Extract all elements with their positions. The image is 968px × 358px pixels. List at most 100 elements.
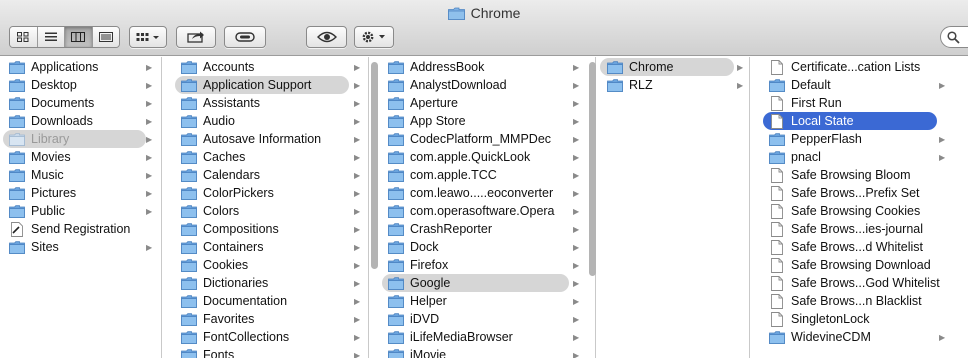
library-item[interactable]: Accounts ▶ xyxy=(175,58,360,76)
view-mode-control[interactable] xyxy=(9,26,120,48)
application-support-item[interactable]: com.apple.TCC ▶ xyxy=(382,166,579,184)
library-item[interactable]: ColorPickers ▶ xyxy=(175,184,360,202)
item-label: FontCollections xyxy=(203,330,290,344)
library-item[interactable]: Autosave Information ▶ xyxy=(175,130,360,148)
folder-icon xyxy=(388,258,404,272)
chrome-item[interactable]: PepperFlash ▶ xyxy=(763,130,945,148)
sidebar-item[interactable]: Send Registration xyxy=(3,220,146,238)
item-label: Audio xyxy=(203,114,235,128)
chrome-item[interactable]: Default ▶ xyxy=(763,76,945,94)
application-support-item[interactable]: Helper ▶ xyxy=(382,292,579,310)
library-item[interactable]: Calendars ▶ xyxy=(175,166,360,184)
tags-button[interactable] xyxy=(224,26,266,48)
application-support-item[interactable]: CrashReporter ▶ xyxy=(382,220,579,238)
sidebar-item[interactable]: Library ▶ xyxy=(3,130,152,148)
chrome-item[interactable]: Certificate...cation Lists xyxy=(763,58,937,76)
sidebar-item[interactable]: Music ▶ xyxy=(3,166,152,184)
google-item[interactable]: RLZ ▶ xyxy=(600,76,743,94)
scrollbar[interactable] xyxy=(589,62,596,276)
application-support-item[interactable]: com.operasoftware.Opera ▶ xyxy=(382,202,579,220)
application-support-item[interactable]: Google ▶ xyxy=(382,274,579,292)
application-support-item[interactable]: Firefox ▶ xyxy=(382,256,579,274)
sidebar-item[interactable]: Applications ▶ xyxy=(3,58,152,76)
sidebar-item[interactable]: Documents ▶ xyxy=(3,94,152,112)
google-item[interactable]: Chrome ▶ xyxy=(600,58,743,76)
sidebar-item[interactable]: Movies ▶ xyxy=(3,148,152,166)
chrome-item[interactable]: Safe Browsing Cookies xyxy=(763,202,937,220)
library-item[interactable]: Favorites ▶ xyxy=(175,310,360,328)
application-support-item[interactable]: AddressBook ▶ xyxy=(382,58,579,76)
library-item[interactable]: FontCollections ▶ xyxy=(175,328,360,346)
column-browser: Applications ▶ Desktop ▶ Documents ▶ Downlo… xyxy=(0,57,968,358)
library-item[interactable]: Documentation ▶ xyxy=(175,292,360,310)
chrome-item[interactable]: Safe Browsing Download xyxy=(763,256,937,274)
item-label: Helper xyxy=(410,294,447,308)
sidebar-item[interactable]: Desktop ▶ xyxy=(3,76,152,94)
chrome-item[interactable]: Safe Brows...Prefix Set xyxy=(763,184,937,202)
sidebar-column[interactable]: Applications ▶ Desktop ▶ Documents ▶ Downlo… xyxy=(0,57,162,358)
folder-icon xyxy=(181,348,197,358)
library-item[interactable]: Dictionaries ▶ xyxy=(175,274,360,292)
sidebar-item[interactable]: Public ▶ xyxy=(3,202,152,220)
library-item[interactable]: Application Support ▶ xyxy=(175,76,360,94)
chrome-item[interactable]: Safe Brows...d Whitelist xyxy=(763,238,937,256)
sidebar-item[interactable]: Pictures ▶ xyxy=(3,184,152,202)
application-support-item[interactable]: Dock ▶ xyxy=(382,238,579,256)
column-view-button[interactable] xyxy=(65,27,93,47)
quick-look-button[interactable] xyxy=(306,26,347,48)
share-button[interactable] xyxy=(176,26,216,48)
disclosure-arrow-icon: ▶ xyxy=(737,80,744,90)
application-support-column[interactable]: AddressBook ▶ AnalystDownload ▶ Aperture ▶ … xyxy=(370,57,596,358)
chrome-item[interactable]: First Run xyxy=(763,94,937,112)
library-column[interactable]: Accounts ▶ Application Support ▶ Assistant… xyxy=(163,57,369,358)
chrome-item[interactable]: Safe Brows...n Blacklist xyxy=(763,292,937,310)
scrollbar[interactable] xyxy=(371,62,378,269)
google-column[interactable]: Chrome ▶ RLZ ▶ xyxy=(597,57,750,358)
application-support-item[interactable]: iMovie ▶ xyxy=(382,346,579,358)
icon-view-button[interactable] xyxy=(10,27,38,47)
grid-icon xyxy=(17,32,29,42)
application-support-item[interactable]: Aperture ▶ xyxy=(382,94,579,112)
disclosure-arrow-icon: ▶ xyxy=(737,62,744,72)
chrome-item[interactable]: Safe Brows...God Whitelist xyxy=(763,274,940,292)
arrange-button[interactable] xyxy=(129,26,167,48)
chrome-column[interactable]: Certificate...cation Lists Default ▶ Firs… xyxy=(751,57,968,358)
action-menu-button[interactable] xyxy=(354,26,394,48)
cover-flow-icon xyxy=(98,32,113,42)
search-field[interactable] xyxy=(940,26,968,48)
cover-flow-button[interactable] xyxy=(92,27,119,47)
application-support-item[interactable]: com.leawo.....eoconverter ▶ xyxy=(382,184,579,202)
library-item[interactable]: Assistants ▶ xyxy=(175,94,360,112)
item-label: Compositions xyxy=(203,222,279,236)
chrome-item[interactable]: Local State xyxy=(763,112,937,130)
chrome-item[interactable]: Safe Browsing Bloom xyxy=(763,166,937,184)
library-item[interactable]: Containers ▶ xyxy=(175,238,360,256)
library-item[interactable]: Cookies ▶ xyxy=(175,256,360,274)
document-icon xyxy=(9,221,25,237)
application-support-item[interactable]: iLifeMediaBrowser ▶ xyxy=(382,328,579,346)
disclosure-arrow-icon: ▶ xyxy=(354,134,361,144)
sidebar-item[interactable]: Downloads ▶ xyxy=(3,112,152,130)
item-label: Safe Brows...d Whitelist xyxy=(791,240,923,254)
chrome-item[interactable]: pnacl ▶ xyxy=(763,148,945,166)
item-label: ColorPickers xyxy=(203,186,274,200)
library-item[interactable]: Caches ▶ xyxy=(175,148,360,166)
folder-icon xyxy=(388,312,404,326)
application-support-item[interactable]: App Store ▶ xyxy=(382,112,579,130)
application-support-item[interactable]: com.apple.QuickLook ▶ xyxy=(382,148,579,166)
folder-icon xyxy=(181,132,197,146)
chrome-item[interactable]: SingletonLock xyxy=(763,310,937,328)
folder-icon xyxy=(181,168,197,182)
disclosure-arrow-icon: ▶ xyxy=(573,206,580,216)
application-support-item[interactable]: AnalystDownload ▶ xyxy=(382,76,579,94)
application-support-item[interactable]: CodecPlatform_MMPDec ▶ xyxy=(382,130,579,148)
list-view-button[interactable] xyxy=(37,27,65,47)
chrome-item[interactable]: Safe Brows...ies-journal xyxy=(763,220,937,238)
library-item[interactable]: Colors ▶ xyxy=(175,202,360,220)
library-item[interactable]: Audio ▶ xyxy=(175,112,360,130)
library-item[interactable]: Fonts ▶ xyxy=(175,346,360,358)
application-support-item[interactable]: iDVD ▶ xyxy=(382,310,579,328)
chrome-item[interactable]: WidevineCDM ▶ xyxy=(763,328,945,346)
sidebar-item[interactable]: Sites ▶ xyxy=(3,238,152,256)
library-item[interactable]: Compositions ▶ xyxy=(175,220,360,238)
